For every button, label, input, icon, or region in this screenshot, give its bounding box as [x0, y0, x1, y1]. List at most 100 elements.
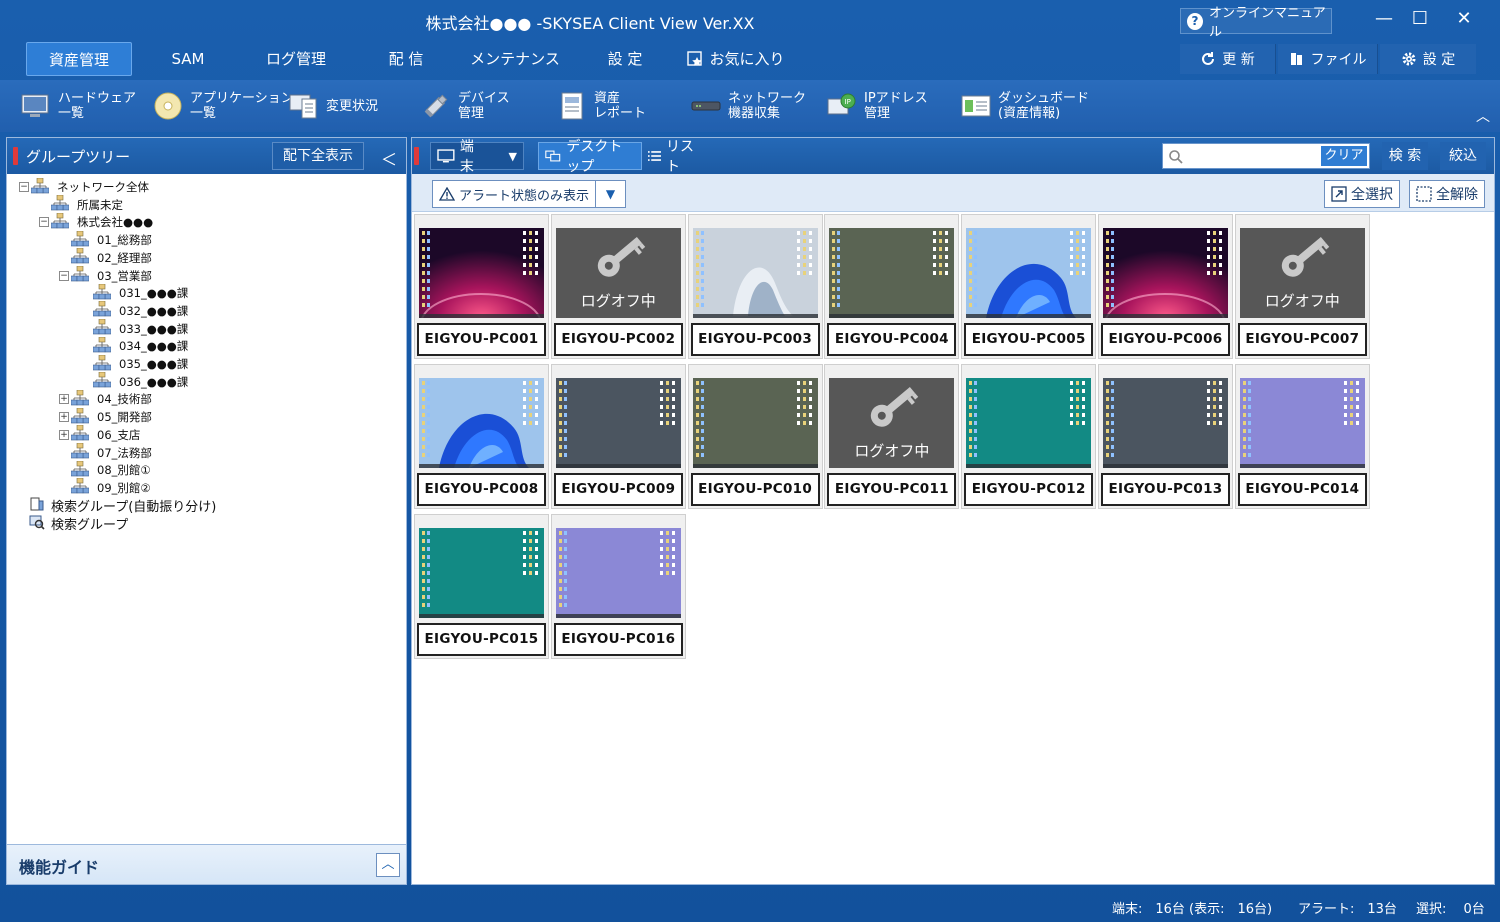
minimize-button[interactable]: — — [1368, 8, 1400, 32]
tree-node[interactable]: 09_別館② — [59, 478, 151, 497]
change-status-button[interactable]: 変更状況 — [288, 86, 378, 126]
tab-settings[interactable]: 設 定 — [590, 42, 660, 76]
desktop-thumbnail[interactable] — [1239, 378, 1365, 468]
tree-node[interactable]: 031_●●●課 — [81, 283, 188, 303]
desktop-thumbnail[interactable] — [692, 228, 818, 318]
pc-tile[interactable]: EIGYOU-PC009 — [550, 364, 686, 509]
tree-node[interactable]: 01_総務部 — [59, 230, 152, 249]
desktop-thumbnail[interactable] — [1103, 228, 1228, 318]
tree-node[interactable]: − 03_営業部 — [59, 265, 152, 285]
desktop-thumbnail[interactable] — [829, 228, 955, 318]
pc-tile[interactable]: EIGYOU-PC013 — [1098, 364, 1233, 509]
pc-tile[interactable]: EIGYOU-PC001 — [414, 214, 549, 359]
device-management-button[interactable]: デバイス 管理 — [420, 86, 510, 126]
file-button[interactable]: ファイル — [1278, 44, 1378, 74]
tree-node[interactable]: 所属未定 — [39, 194, 123, 214]
dashboard-button[interactable]: ダッシュボード (資産情報) — [960, 86, 1089, 126]
tree-collapse-icon[interactable]: − — [59, 270, 69, 281]
pc-tile[interactable]: ログオフ中 EIGYOU-PC002 — [550, 214, 686, 359]
logged-off-screen[interactable]: ログオフ中 — [555, 228, 681, 318]
ribbon-collapse-button[interactable]: ︿ — [1476, 106, 1490, 126]
tree-node[interactable]: +04_技術部 — [59, 389, 152, 408]
asset-report-button[interactable]: 資産 レポート — [556, 86, 646, 126]
function-guide-expand-button[interactable]: ︿ — [376, 853, 400, 877]
online-manual-button[interactable]: ? オンラインマニュアル — [1180, 6, 1332, 40]
pc-name-label: EIGYOU-PC002 — [553, 323, 683, 356]
tree-node[interactable]: +06_支店 — [59, 424, 140, 444]
tab-favorites[interactable]: お気に入り — [684, 42, 788, 76]
tab-maintenance[interactable]: メンテナンス — [462, 42, 568, 76]
org-group-icon — [92, 283, 119, 303]
panel-marker — [414, 147, 419, 165]
tree-node[interactable]: 02_経理部 — [59, 247, 152, 267]
tree-node[interactable]: 032_●●●課 — [81, 301, 188, 320]
pc-tile[interactable]: EIGYOU-PC012 — [961, 364, 1097, 509]
pc-tile[interactable]: EIGYOU-PC015 — [414, 514, 549, 659]
tab-asset-management[interactable]: 資産管理 — [26, 42, 132, 76]
pc-tile[interactable]: EIGYOU-PC008 — [414, 364, 549, 509]
pc-tile[interactable]: EIGYOU-PC006 — [1098, 214, 1233, 359]
tree-expand-icon[interactable]: + — [59, 394, 69, 405]
pc-tile[interactable]: EIGYOU-PC016 — [550, 514, 686, 659]
tree-node[interactable]: 08_別館① — [59, 460, 151, 479]
close-button[interactable]: ✕ — [1448, 8, 1480, 32]
expand-all-button[interactable]: 配下全表示 — [272, 142, 364, 170]
select-all-button[interactable]: 全選択 — [1324, 180, 1400, 208]
pc-tile[interactable]: EIGYOU-PC004 — [824, 214, 960, 359]
logged-off-screen[interactable]: ログオフ中 — [1239, 228, 1365, 318]
desktop-thumbnail[interactable] — [419, 378, 544, 468]
alert-dropdown-icon[interactable]: ▼ — [595, 181, 625, 207]
alert-only-toggle[interactable]: アラート状態のみ表示 ▼ — [432, 180, 626, 208]
desktop-thumbnail[interactable] — [419, 228, 544, 318]
search-group-node[interactable]: 検索グループ — [29, 515, 128, 533]
deselect-all-button[interactable]: 全解除 — [1409, 180, 1485, 208]
desktop-thumbnail[interactable] — [692, 378, 818, 468]
pc-tile[interactable]: EIGYOU-PC003 — [687, 214, 823, 359]
tree-collapse-icon[interactable]: − — [19, 182, 29, 192]
pc-tile[interactable]: EIGYOU-PC010 — [687, 364, 823, 509]
gear-icon — [1402, 52, 1416, 66]
refresh-button[interactable]: 更 新 — [1180, 44, 1276, 74]
pc-tile[interactable]: ログオフ中 EIGYOU-PC007 — [1234, 214, 1370, 359]
logged-off-screen[interactable]: ログオフ中 — [829, 378, 955, 468]
desktop-thumbnail[interactable] — [966, 228, 1092, 318]
tree-expand-icon[interactable]: + — [59, 429, 69, 440]
application-list-button[interactable]: アプリケーション 一覧 — [152, 86, 294, 126]
tree-node[interactable]: 033_●●●課 — [81, 318, 188, 338]
desktop-view-button[interactable]: デスクトップ — [538, 139, 642, 175]
tab-sam[interactable]: SAM — [150, 42, 226, 76]
desktop-thumbnail[interactable] — [555, 378, 681, 468]
tree-collapse-icon[interactable]: − — [39, 217, 49, 228]
pc-tile[interactable]: EIGYOU-PC005 — [961, 214, 1097, 359]
tree-node[interactable]: 035_●●●課 — [81, 354, 188, 373]
desktop-thumbnail[interactable] — [966, 378, 1092, 468]
list-view-button[interactable]: リスト — [642, 139, 706, 175]
search-input[interactable] — [1187, 146, 1315, 166]
tab-distribution[interactable]: 配 信 — [370, 42, 442, 76]
collapse-panel-button[interactable]: ＜ — [381, 146, 397, 170]
auto-search-group-node[interactable]: 検索グループ(自動振り分け) — [29, 497, 216, 515]
filter-button[interactable]: 絞込 — [1440, 142, 1486, 170]
settings-button[interactable]: 設 定 — [1380, 44, 1476, 74]
tree-node[interactable]: − ネットワーク全体 — [19, 177, 149, 196]
terminal-type-button[interactable]: 端末 ▼ — [430, 139, 524, 175]
desktop-thumbnail[interactable] — [419, 528, 544, 618]
tree-node[interactable]: 036_●●●課 — [81, 371, 188, 391]
tree-node[interactable]: 07_法務部 — [59, 442, 152, 462]
ip-address-management-button[interactable]: IP IPアドレス 管理 — [826, 86, 928, 126]
clear-button[interactable]: クリア — [1321, 146, 1367, 166]
pc-tile[interactable]: EIGYOU-PC014 — [1234, 364, 1370, 509]
maximize-button[interactable]: ☐ — [1404, 8, 1436, 32]
tree-node[interactable]: − 株式会社●●● — [39, 212, 153, 231]
desktop-thumbnail[interactable] — [555, 528, 681, 618]
tab-log-management[interactable]: ログ管理 — [250, 42, 342, 76]
search-button[interactable]: 検 索 — [1382, 142, 1428, 170]
change-status-label: 変更状況 — [326, 98, 379, 114]
tree-node[interactable]: 034_●●●課 — [81, 336, 188, 355]
pc-tile[interactable]: ログオフ中 EIGYOU-PC011 — [824, 364, 960, 509]
desktop-thumbnail[interactable] — [1103, 378, 1228, 468]
hardware-list-button[interactable]: ハードウェア 一覧 — [20, 86, 136, 126]
tree-node[interactable]: +05_開発部 — [59, 407, 152, 426]
tree-expand-icon[interactable]: + — [59, 412, 69, 423]
network-device-collection-button[interactable]: ネットワーク 機器収集 — [690, 86, 806, 126]
